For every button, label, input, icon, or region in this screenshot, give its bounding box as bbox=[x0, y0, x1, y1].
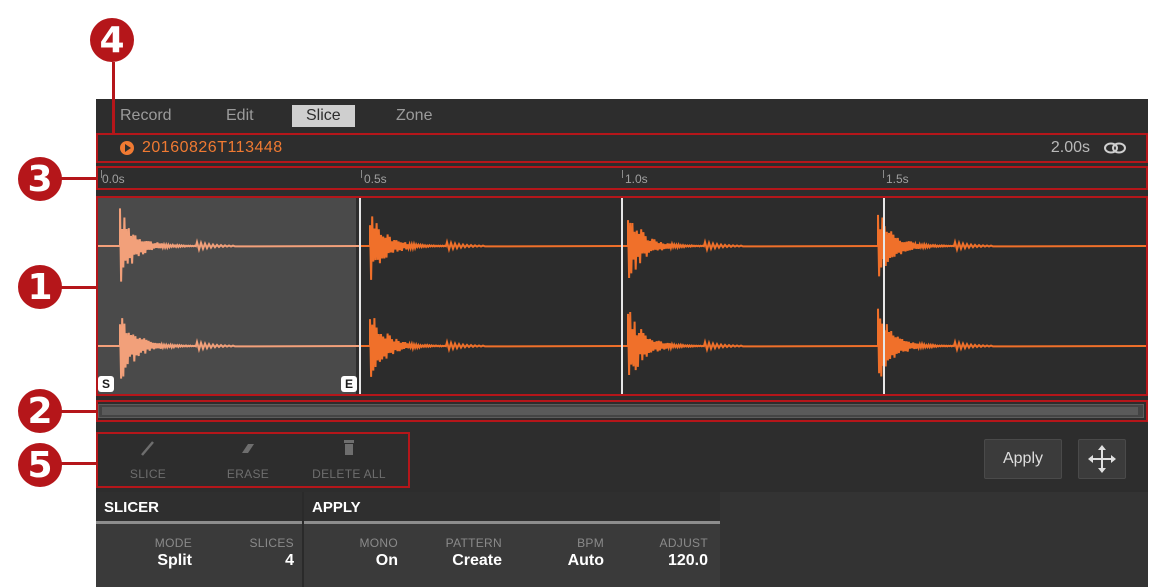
callout-3: 3 bbox=[18, 157, 62, 201]
tab-edit[interactable]: Edit bbox=[212, 105, 268, 127]
callout-leader-1 bbox=[60, 286, 98, 289]
mono-param[interactable]: MONO On bbox=[334, 536, 398, 570]
callout-4: 4 bbox=[90, 18, 134, 62]
slices-param-name: SLICES bbox=[249, 536, 294, 550]
slicer-section: SLICER MODE Split SLICES 4 bbox=[96, 492, 302, 587]
pattern-param[interactable]: PATTERN Create bbox=[424, 536, 502, 570]
callout-2: 2 bbox=[18, 389, 62, 433]
slices-param-value: 4 bbox=[285, 552, 294, 569]
apply-section-title: APPLY bbox=[304, 492, 720, 524]
callout-box-1 bbox=[96, 196, 1148, 396]
apply-button[interactable]: Apply bbox=[984, 439, 1062, 479]
tab-slice[interactable]: Slice bbox=[292, 105, 355, 127]
callout-leader-4 bbox=[112, 62, 115, 134]
adjust-param-value: 120.0 bbox=[667, 552, 708, 569]
callout-leader-3 bbox=[60, 177, 98, 180]
mode-tabs: Record Edit Slice Zone bbox=[96, 99, 1148, 133]
mode-param-value: Split bbox=[157, 552, 192, 569]
callout-box-5 bbox=[96, 432, 410, 488]
slices-param[interactable]: SLICES 4 bbox=[226, 536, 295, 570]
callout-leader-2 bbox=[60, 410, 98, 413]
slicer-section-title: SLICER bbox=[96, 492, 302, 524]
apply-section: APPLY MONO On PATTERN Create BPM Auto AD… bbox=[304, 492, 720, 587]
callout-1: 1 bbox=[18, 265, 62, 309]
callout-box-4 bbox=[96, 133, 1148, 163]
mono-param-name: MONO bbox=[359, 536, 398, 550]
callout-5: 5 bbox=[18, 443, 62, 487]
mono-param-value: On bbox=[375, 552, 398, 569]
pattern-param-value: Create bbox=[452, 552, 502, 569]
mode-param[interactable]: MODE Split bbox=[126, 536, 192, 570]
callout-box-3 bbox=[96, 166, 1148, 190]
bpm-param-name: BPM bbox=[577, 536, 604, 550]
move-button[interactable] bbox=[1078, 439, 1126, 479]
callout-box-2 bbox=[96, 400, 1148, 422]
bpm-param-value: Auto bbox=[567, 552, 604, 569]
pattern-param-name: PATTERN bbox=[445, 536, 502, 550]
callout-leader-5 bbox=[60, 462, 98, 465]
mode-param-name: MODE bbox=[154, 536, 192, 550]
adjust-param[interactable]: ADJUST 120.0 bbox=[634, 536, 708, 570]
adjust-param-name: ADJUST bbox=[659, 536, 708, 550]
move-icon bbox=[1088, 445, 1116, 473]
tab-zone[interactable]: Zone bbox=[382, 105, 446, 127]
bpm-param[interactable]: BPM Auto bbox=[544, 536, 604, 570]
tab-record[interactable]: Record bbox=[106, 105, 186, 127]
empty-parameter-area bbox=[720, 492, 1148, 587]
parameter-panel: SLICER MODE Split SLICES 4 APPLY MONO On… bbox=[96, 492, 1148, 587]
